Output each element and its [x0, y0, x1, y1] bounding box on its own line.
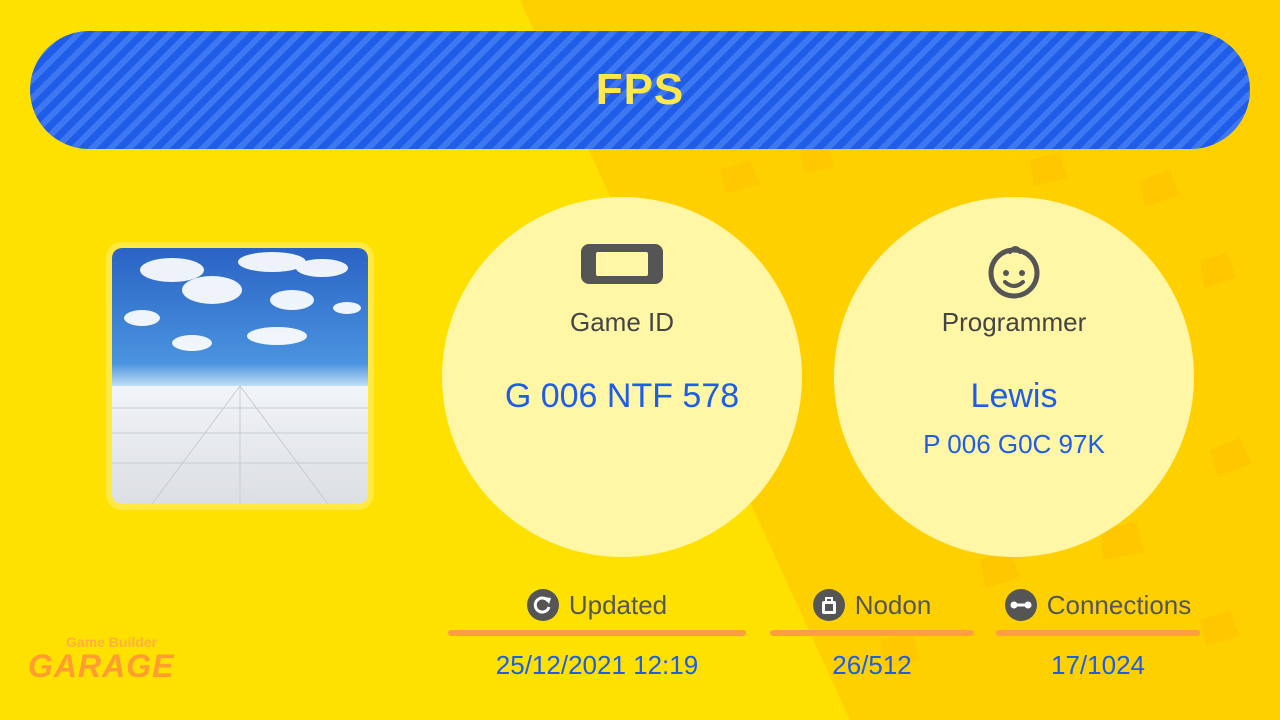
smiley-face-icon: [986, 243, 1042, 304]
nodon-label: Nodon: [854, 589, 932, 620]
logo-line2: GARAGE: [28, 648, 175, 684]
nodon-stat: Nodon 26/512: [770, 588, 974, 681]
connections-divider: [996, 630, 1200, 636]
connections-stat: Connections 17/1024: [996, 588, 1200, 681]
programmer-label: Programmer: [941, 307, 1087, 337]
game-id-label: Game ID: [569, 307, 675, 337]
connections-value: 17/1024: [1051, 650, 1145, 680]
updated-stat: Updated 25/12/2021 12:19: [448, 588, 746, 681]
refresh-icon: [526, 589, 559, 621]
connections-label: Connections: [1046, 589, 1192, 620]
programmer-panel: Programmer Lewis P 006 G0C 97K: [834, 197, 1194, 557]
nodon-divider: [770, 630, 974, 636]
bag-icon: [812, 589, 845, 621]
programmer-id: P 006 G0C 97K: [923, 429, 1105, 459]
updated-label: Updated: [568, 589, 668, 620]
game-id-panel: Game ID G 006 NTF 578: [442, 197, 802, 557]
switch-console-icon: [580, 243, 664, 290]
title-banner: FPS: [30, 31, 1250, 149]
game-thumbnail[interactable]: [112, 248, 368, 504]
nodon-value: 26/512: [832, 650, 912, 680]
game-title: FPS: [595, 65, 685, 114]
updated-divider: [448, 630, 746, 636]
connector-icon: [1004, 589, 1037, 621]
updated-value: 25/12/2021 12:19: [495, 650, 699, 680]
sky-floor-thumbnail: [112, 248, 368, 504]
game-id-value: G 006 NTF 578: [504, 377, 740, 415]
programmer-name: Lewis: [970, 377, 1058, 415]
